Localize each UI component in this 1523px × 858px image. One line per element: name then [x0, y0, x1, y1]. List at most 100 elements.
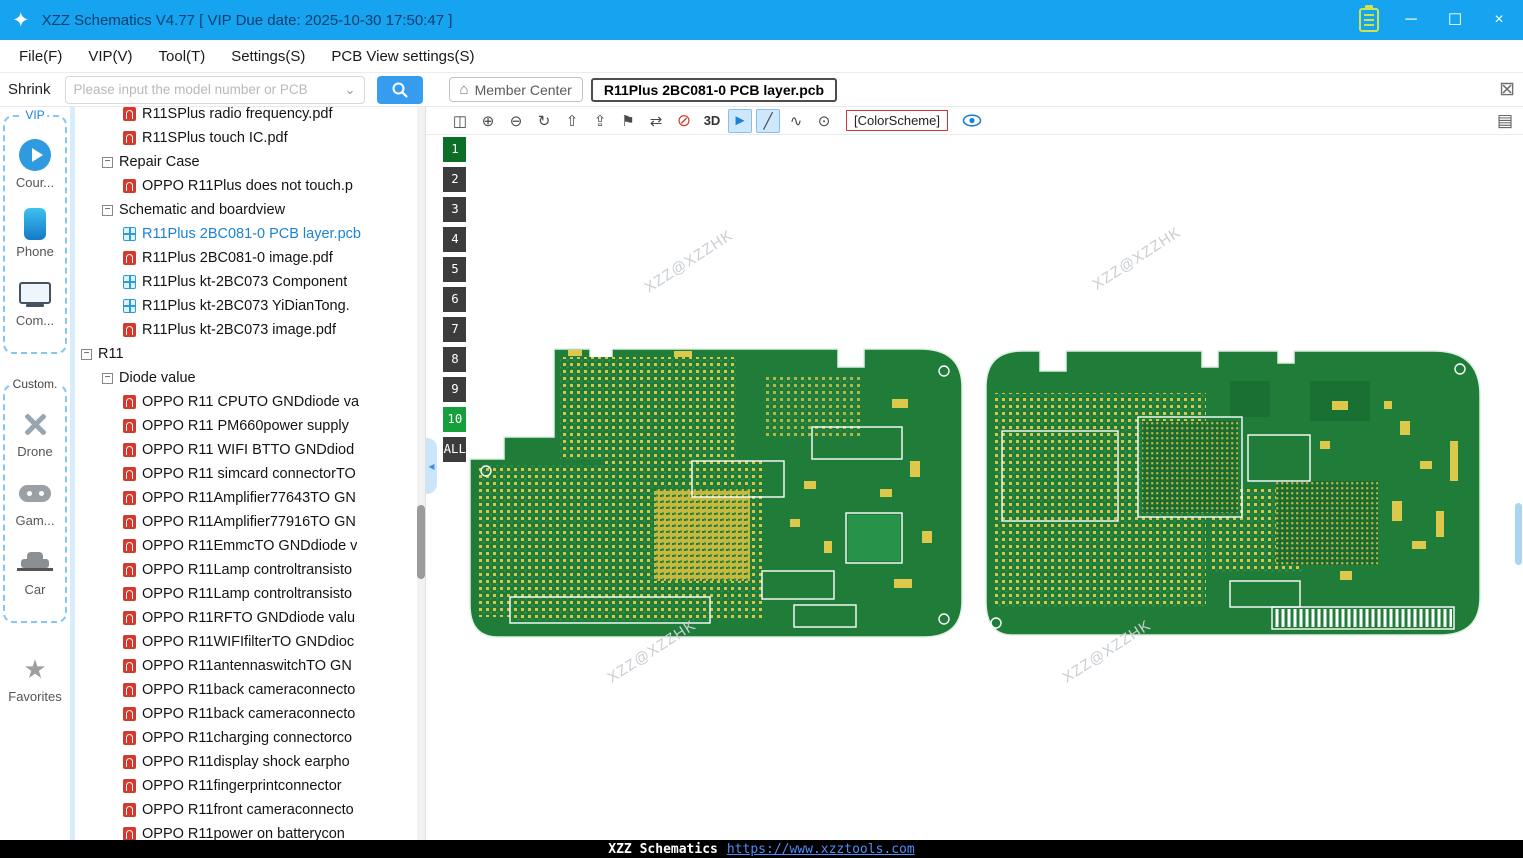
document-close-icon[interactable]: ⊠: [1499, 78, 1515, 101]
layer-button[interactable]: 7: [443, 317, 466, 342]
curve-tool-button[interactable]: ∿: [784, 109, 808, 133]
tree-item[interactable]: − Schematic and boardview: [75, 198, 425, 222]
canvas-scrollbar-thumb[interactable]: [1515, 503, 1522, 565]
tree-item[interactable]: − OPPO R11WIFIfilterTO GNDdioc: [75, 630, 425, 654]
board-bottom-button[interactable]: ⇪: [588, 109, 612, 133]
tree-item[interactable]: − OPPO R11RFTO GNDdiode valu: [75, 606, 425, 630]
close-button[interactable]: ×: [1487, 11, 1511, 29]
tree-item[interactable]: − R11: [75, 342, 425, 366]
tree-item[interactable]: − R11Plus kt-2BC073 Component: [75, 270, 425, 294]
layer-button[interactable]: 8: [443, 347, 466, 372]
tree-item[interactable]: − Diode value: [75, 366, 425, 390]
probe-tool-button[interactable]: ⊙: [812, 109, 836, 133]
member-center-button[interactable]: ⌂ Member Center: [449, 77, 583, 102]
layer-button[interactable]: 1: [443, 137, 466, 162]
tree-item[interactable]: − OPPO R11fingerprintconnector: [75, 774, 425, 798]
search-input[interactable]: [74, 82, 341, 97]
panel-collapse-handle[interactable]: ◀: [426, 438, 437, 494]
tree-item[interactable]: − OPPO R11Lamp controltransisto: [75, 558, 425, 582]
tree-item[interactable]: − OPPO R11 WIFI BTTO GNDdiod: [75, 438, 425, 462]
layer-button[interactable]: ALL: [443, 437, 466, 462]
pcb-canvas[interactable]: 1 2 3 4 5 6 7 8 9 10 ALL: [426, 135, 1523, 840]
maximize-button[interactable]: ☐: [1443, 10, 1467, 30]
tree-item-label: OPPO R11fingerprintconnector: [142, 778, 342, 794]
eye-icon[interactable]: [962, 114, 982, 127]
layer-button[interactable]: 4: [443, 227, 466, 252]
tree-item[interactable]: − OPPO R11power on batterycon: [75, 822, 425, 840]
menu-item[interactable]: PCB View settings(S): [318, 48, 487, 65]
minimize-button[interactable]: ─: [1399, 11, 1423, 29]
arrow-tool-button[interactable]: ►: [728, 109, 752, 133]
sidebar-item-computer[interactable]: Com...: [6, 277, 64, 328]
sidebar-item-phone[interactable]: Phone: [6, 208, 64, 259]
tree-item[interactable]: − R11Plus 2BC081-0 image.pdf: [75, 246, 425, 270]
tree-item[interactable]: − OPPO R11back cameraconnecto: [75, 702, 425, 726]
menu-item[interactable]: Tool(T): [146, 48, 219, 65]
shrink-button[interactable]: Shrink: [8, 81, 51, 98]
tree-item[interactable]: − OPPO R11 PM660power supply: [75, 414, 425, 438]
tree-item[interactable]: − R11SPlus radio frequency.pdf: [75, 107, 425, 126]
sidebar-item-game[interactable]: Gam...: [6, 477, 64, 528]
layer-button[interactable]: 3: [443, 197, 466, 222]
collapse-icon[interactable]: −: [102, 157, 113, 168]
diode-mode-button[interactable]: ⊘: [672, 109, 696, 133]
tree-item[interactable]: − Repair Case: [75, 150, 425, 174]
tree-item[interactable]: − OPPO R11 CPUTO GNDdiode va: [75, 390, 425, 414]
tree-scrollbar[interactable]: [417, 107, 425, 840]
chevron-down-icon[interactable]: ⌄: [345, 82, 356, 98]
sidebar-item-courses[interactable]: Cour...: [6, 139, 64, 190]
tree-item[interactable]: − OPPO R11display shock earpho: [75, 750, 425, 774]
clipboard-icon[interactable]: [1359, 8, 1379, 32]
sidebar-item-drone[interactable]: Drone: [6, 408, 64, 459]
tree-item[interactable]: − R11Plus kt-2BC073 YiDianTong.: [75, 294, 425, 318]
tree-item[interactable]: − R11Plus 2BC081-0 PCB layer.pcb: [75, 222, 425, 246]
search-button[interactable]: [377, 76, 423, 104]
zoom-out-button[interactable]: ⊖: [504, 109, 528, 133]
tree-item[interactable]: − OPPO R11back cameraconnecto: [75, 678, 425, 702]
layer-button[interactable]: 10: [443, 407, 466, 432]
tree-item[interactable]: − OPPO R11antennaswitchTO GN: [75, 654, 425, 678]
collapse-icon[interactable]: −: [81, 349, 92, 360]
file-icon: [123, 611, 136, 625]
collapse-icon[interactable]: −: [102, 373, 113, 384]
sidebar-item-favorites[interactable]: ★ Favorites: [3, 653, 67, 704]
menu-item[interactable]: Settings(S): [218, 48, 318, 65]
tree-item[interactable]: − OPPO R11Plus does not touch.p: [75, 174, 425, 198]
search-combobox[interactable]: ⌄: [65, 76, 365, 104]
tree-item[interactable]: − OPPO R11Amplifier77916TO GN: [75, 510, 425, 534]
menu-item[interactable]: File(F): [6, 48, 75, 65]
layer-button[interactable]: 9: [443, 377, 466, 402]
flip-horizontal-button[interactable]: ⇄: [644, 109, 668, 133]
tree-item-label: R11SPlus touch IC.pdf: [142, 130, 288, 146]
tree-scrollbar-thumb[interactable]: [417, 505, 425, 579]
statusbar-link[interactable]: https://www.xzztools.com: [727, 842, 915, 857]
layer-button[interactable]: 6: [443, 287, 466, 312]
measure-tool-button[interactable]: ╱: [756, 109, 780, 133]
home-icon: ⌂: [460, 81, 469, 98]
active-document-tab[interactable]: R11Plus 2BC081-0 PCB layer.pcb: [591, 78, 837, 102]
board-top-button[interactable]: ⇧: [560, 109, 584, 133]
tree-item[interactable]: − OPPO R11EmmcTO GNDdiode v: [75, 534, 425, 558]
colorscheme-button[interactable]: [ColorScheme]: [846, 110, 948, 131]
3d-view-button[interactable]: 3D: [700, 109, 724, 133]
sidebar-item-car[interactable]: Car: [6, 546, 64, 597]
tree-item[interactable]: − R11SPlus touch IC.pdf: [75, 126, 425, 150]
split-view-button[interactable]: ◫: [448, 109, 472, 133]
pcb-board-right[interactable]: [980, 341, 1488, 645]
tree-item[interactable]: − OPPO R11Amplifier77643TO GN: [75, 486, 425, 510]
tree-item[interactable]: − OPPO R11Lamp controltransisto: [75, 582, 425, 606]
flag-button[interactable]: ⚑: [616, 109, 640, 133]
layer-button[interactable]: 5: [443, 257, 466, 282]
tree-item[interactable]: − OPPO R11 simcard connectorTO: [75, 462, 425, 486]
panel-list-icon[interactable]: ▤: [1497, 111, 1513, 131]
zoom-in-button[interactable]: ⊕: [476, 109, 500, 133]
tree-item[interactable]: − R11Plus kt-2BC073 image.pdf: [75, 318, 425, 342]
tree-item[interactable]: − OPPO R11charging connectorco: [75, 726, 425, 750]
rotate-button[interactable]: ↻: [532, 109, 556, 133]
pcb-board-left[interactable]: [464, 341, 970, 645]
file-icon: [123, 299, 136, 313]
layer-button[interactable]: 2: [443, 167, 466, 192]
tree-item[interactable]: − OPPO R11front cameraconnecto: [75, 798, 425, 822]
collapse-icon[interactable]: −: [102, 205, 113, 216]
menu-item[interactable]: VIP(V): [75, 48, 145, 65]
